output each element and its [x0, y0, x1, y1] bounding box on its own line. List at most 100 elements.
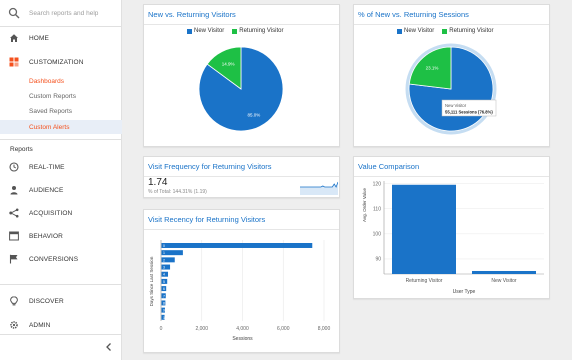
x-tick-label: 2,000 [195, 326, 208, 332]
chart-tooltip: New Visitor 55,111 Sessions (76.8%) [441, 99, 497, 117]
x-tick-label: New Visitor [491, 278, 517, 284]
widget-title[interactable]: Visit Recency for Returning Visitors [148, 215, 265, 224]
legend-label: Returning Visitor [449, 28, 494, 34]
reports-section-label: Reports [10, 146, 33, 153]
sparkline-chart [300, 181, 338, 195]
nav-home-label: HOME [29, 34, 49, 42]
divider [0, 26, 122, 27]
divider [144, 24, 339, 25]
divider [144, 176, 339, 177]
nav-audience[interactable]: AUDIENCE [0, 180, 122, 200]
chart-legend: New Visitor Returning Visitor [397, 28, 501, 34]
x-tick-label: 8,000 [318, 326, 331, 332]
widget-title[interactable]: % of New vs. Returning Sessions [358, 10, 469, 19]
y-tick-label: 6 [163, 287, 165, 291]
nav-discover[interactable]: DISCOVER [0, 291, 122, 311]
legend-swatch [442, 28, 448, 34]
tooltip-line: New Visitor [445, 103, 467, 108]
legend-swatch [232, 28, 238, 34]
pie-slice-label: 14.9% [222, 62, 235, 67]
legend-swatch [187, 28, 192, 34]
y-tick-label: 100 [373, 232, 382, 238]
nav-discover-label: DISCOVER [29, 297, 64, 305]
pie-chart: 85.0% 14.9% [198, 46, 284, 132]
search-bar[interactable] [0, 0, 122, 26]
nav-conversions[interactable]: CONVERSIONS [0, 249, 122, 269]
x-tick-label: 0 [160, 326, 163, 332]
bar-chart: 90 100 110 120 Returning Visitor New Visitor U… [362, 181, 544, 295]
divider [354, 24, 549, 25]
widget-title[interactable]: Value Comparison [358, 162, 419, 171]
clock-icon [8, 162, 19, 173]
divider [0, 334, 122, 335]
pie-slice-label: 23.1% [426, 66, 439, 71]
y-axis-label: Avg. Order Value [362, 187, 367, 222]
divider [0, 139, 122, 140]
sub-item-custom-reports[interactable]: Custom Reports [0, 89, 122, 103]
chevron-left-icon[interactable] [104, 342, 114, 352]
legend-label: New Visitor [194, 28, 225, 34]
nav-behavior[interactable]: BEHAVIOR [0, 226, 122, 246]
y-axis-label: Days Since Last Session [149, 256, 154, 306]
x-tick-label: 4,000 [236, 326, 249, 332]
nav-behavior-label: BEHAVIOR [29, 232, 63, 240]
person-icon [8, 185, 19, 196]
x-axis-label: Sessions [232, 336, 253, 342]
x-axis-label: User Type [453, 289, 476, 295]
tooltip-line: 55,111 Sessions (76.8%) [445, 110, 493, 115]
x-tick-label: 6,000 [277, 326, 290, 332]
metric-value: 1.74 [148, 177, 168, 188]
y-tick-label: 8 [163, 301, 165, 305]
nav-real-time-label: REAL-TIME [29, 163, 65, 171]
comparison-bar [472, 270, 536, 274]
nav-home[interactable]: HOME [0, 28, 122, 48]
y-tick-label: 9 [163, 309, 165, 313]
widget-visit-frequency: Visit Frequency for Returning Visitors 1… [143, 156, 340, 198]
nav-admin[interactable]: ADMIN [0, 315, 122, 335]
nav-admin-label: ADMIN [29, 321, 51, 329]
y-tick-label: 1 [163, 251, 165, 255]
widget-value-comparison: Value Comparison 90 100 110 120 Returning Vi… [353, 156, 550, 299]
bar-chart: 0 2,000 4,000 6,000 8,000 0 1 2 3 4 5 6 7 8 9 10 Session… [149, 240, 331, 342]
metric-percent-of-total: % of Total: 144.31% (1.19) [148, 189, 207, 195]
sub-item-dashboards[interactable]: Dashboards [0, 74, 122, 88]
y-tick-label: 4 [163, 273, 165, 277]
recency-bar [161, 243, 313, 248]
gear-icon [8, 320, 19, 331]
sidebar: HOME CUSTOMIZATION Dashboards Custom Rep… [0, 0, 122, 360]
pie-chart: 23.1% New Visitor 55,111 Sessions (76.8%) [405, 43, 497, 135]
nav-real-time[interactable]: REAL-TIME [0, 157, 122, 177]
divider [0, 284, 122, 285]
widget-new-vs-returning-visitors: New vs. Returning Visitors New Visitor R… [143, 4, 340, 147]
search-input[interactable] [29, 9, 121, 17]
widget-title[interactable]: New vs. Returning Visitors [148, 10, 236, 19]
legend-label: Returning Visitor [239, 28, 284, 34]
pie-slice-label: 85.0% [248, 112, 261, 117]
sub-item-custom-alerts[interactable]: Custom Alerts [0, 120, 122, 134]
nav-customization-label: CUSTOMIZATION [29, 58, 84, 66]
sub-item-saved-reports[interactable]: Saved Reports [0, 104, 122, 118]
y-tick-label: 90 [375, 257, 381, 263]
y-tick-label: 5 [163, 280, 165, 284]
y-tick-label: 0 [163, 244, 165, 248]
widget-title[interactable]: Visit Frequency for Returning Visitors [148, 162, 272, 171]
lightbulb-icon [8, 296, 19, 307]
comparison-bar [392, 184, 456, 274]
legend-swatch [397, 28, 402, 34]
acquisition-icon [8, 208, 19, 219]
nav-conversions-label: CONVERSIONS [29, 255, 79, 263]
sparkline-line [300, 181, 338, 188]
customization-icon [8, 57, 19, 68]
search-icon [8, 7, 20, 19]
widget-new-vs-returning-sessions: % of New vs. Returning Sessions New Visi… [353, 4, 550, 147]
y-tick-label: 10 [163, 316, 167, 320]
chart-legend: New Visitor Returning Visitor [187, 28, 291, 34]
behavior-icon [8, 231, 19, 242]
y-tick-label: 2 [163, 258, 165, 262]
nav-customization[interactable]: CUSTOMIZATION [0, 52, 122, 72]
y-tick-label: 120 [373, 181, 382, 187]
nav-audience-label: AUDIENCE [29, 186, 64, 194]
sparkline-area [300, 182, 338, 195]
y-tick-label: 110 [373, 206, 381, 212]
nav-acquisition[interactable]: ACQUISITION [0, 203, 122, 223]
